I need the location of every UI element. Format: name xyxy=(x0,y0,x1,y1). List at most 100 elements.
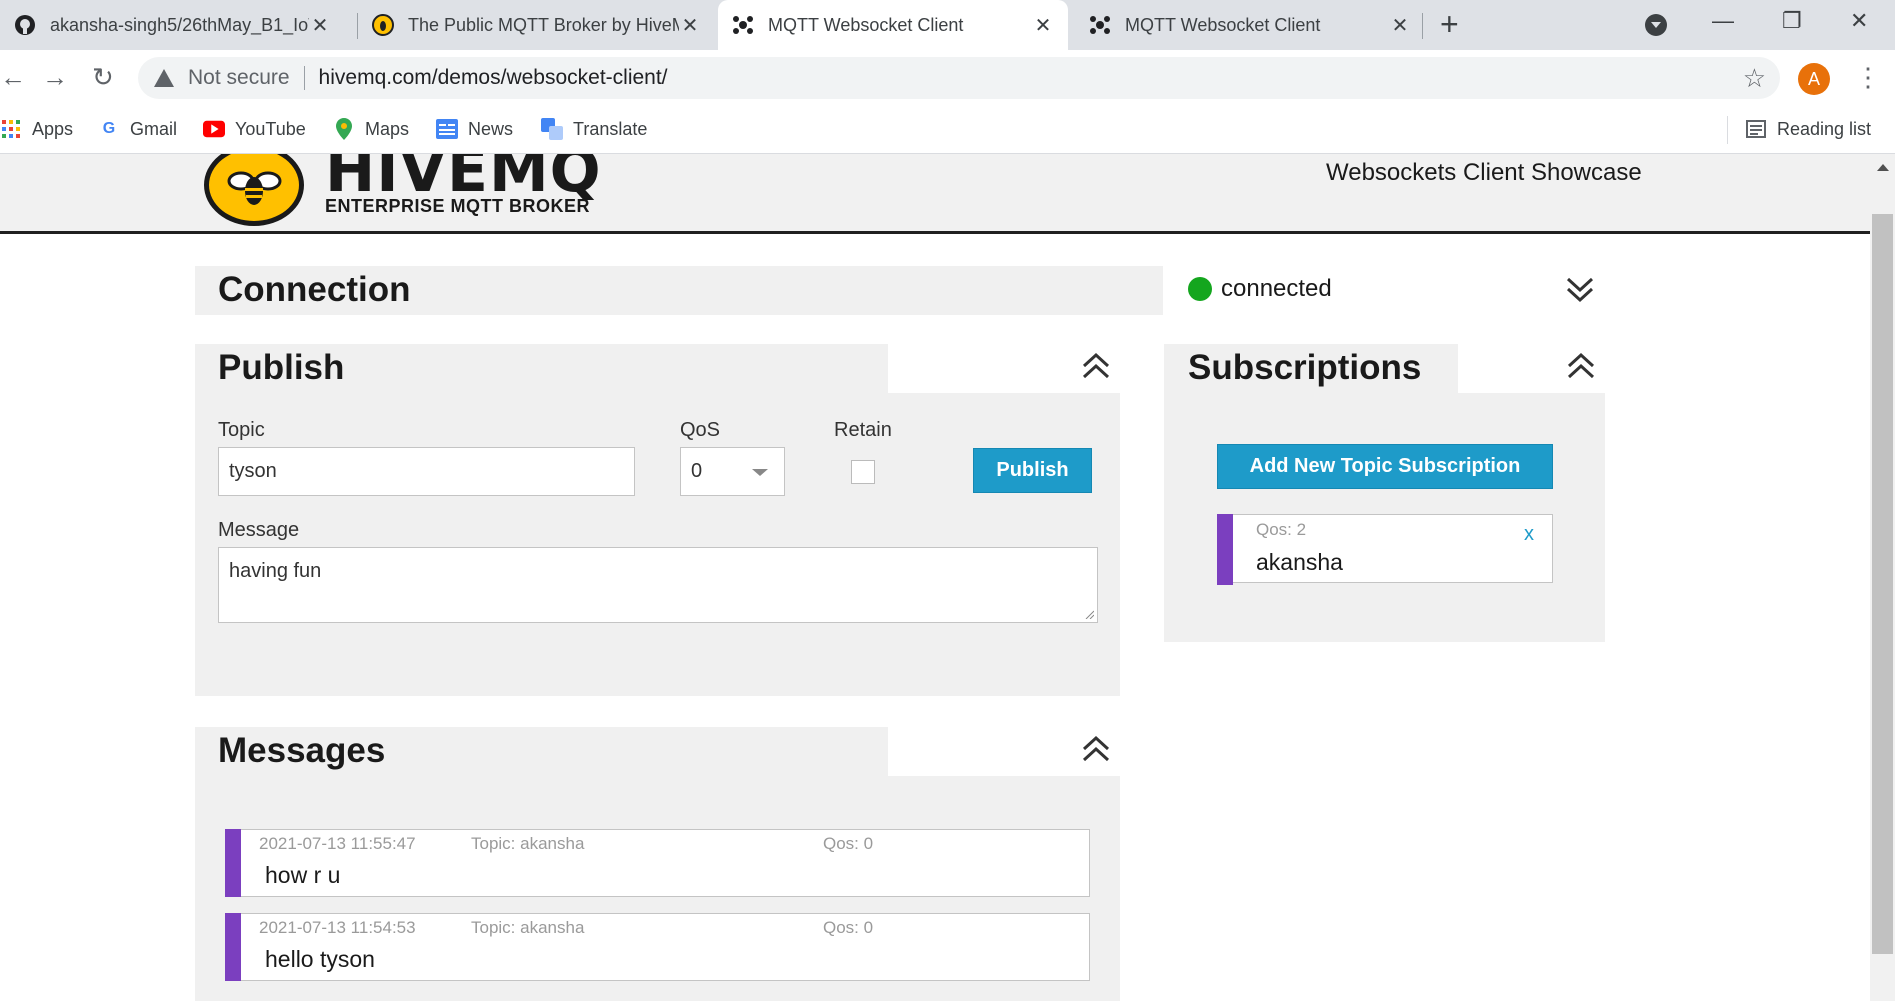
message-body: how r u xyxy=(265,862,341,888)
github-icon xyxy=(14,14,36,36)
bookmark-news[interactable]: News xyxy=(436,118,513,140)
new-tab-button[interactable]: + xyxy=(1440,8,1459,40)
restore-icon[interactable]: ❐ xyxy=(1782,8,1802,34)
tab-title: The Public MQTT Broker by HiveM xyxy=(408,14,679,35)
translate-icon xyxy=(541,118,563,140)
message-color-bar xyxy=(225,913,241,981)
add-subscription-button[interactable]: Add New Topic Subscription xyxy=(1217,444,1553,489)
bookmarks-divider xyxy=(1727,116,1728,144)
close-tab-icon[interactable]: ✕ xyxy=(1389,13,1411,38)
message-item: 2021-07-13 11:54:53 Topic: akansha Qos: … xyxy=(225,913,1090,981)
bookmark-maps[interactable]: Maps xyxy=(333,118,409,140)
browser-tab[interactable]: MQTT Websocket Client ✕ xyxy=(1075,0,1425,50)
bookmark-star-icon[interactable]: ☆ xyxy=(1743,63,1766,94)
mqtt-client-icon xyxy=(1089,14,1111,36)
browser-tab[interactable]: The Public MQTT Broker by HiveM ✕ xyxy=(358,0,715,50)
connection-title: Connection xyxy=(218,270,411,309)
subscription-item: Qos: 2 akansha x xyxy=(1217,514,1553,585)
reading-list-icon xyxy=(1745,118,1767,140)
page-content: HIVEMQ ENTERPRISE MQTT BROKER Websockets… xyxy=(0,154,1870,1001)
chevron-double-down-icon[interactable] xyxy=(1565,275,1595,305)
minimize-icon[interactable]: — xyxy=(1712,8,1734,34)
chevron-double-up-icon[interactable] xyxy=(1081,351,1111,381)
message-qos: Qos: 0 xyxy=(823,834,874,853)
publish-button[interactable]: Publish xyxy=(973,448,1092,493)
bookmark-label: Gmail xyxy=(130,118,178,139)
qos-select[interactable]: 0 xyxy=(680,447,785,496)
messages-title: Messages xyxy=(218,731,386,770)
apps-grid-icon xyxy=(0,118,22,140)
page-scrollbar[interactable] xyxy=(1870,154,1895,1001)
tab-title: MQTT Websocket Client xyxy=(768,14,964,35)
scrollbar-thumb[interactable] xyxy=(1872,214,1893,954)
subscription-qos: Qos: 2 xyxy=(1256,520,1307,539)
resize-handle-icon[interactable] xyxy=(1084,609,1094,619)
maps-pin-icon xyxy=(333,118,355,140)
bookmarks-bar: Apps G Gmail YouTube Maps News Translate… xyxy=(0,106,1895,154)
profile-avatar[interactable]: A xyxy=(1798,63,1830,95)
message-topic: Topic: akansha xyxy=(471,834,585,853)
retain-checkbox[interactable] xyxy=(851,460,875,484)
subscriptions-title: Subscriptions xyxy=(1188,348,1422,387)
subscription-topic: akansha xyxy=(1256,549,1343,575)
connection-status: connected xyxy=(1221,275,1332,302)
message-label: Message xyxy=(218,519,300,541)
message-body: hello tyson xyxy=(265,946,375,972)
message-topic: Topic: akansha xyxy=(471,918,585,937)
logo-subtitle: ENTERPRISE MQTT BROKER xyxy=(325,196,591,216)
message-timestamp: 2021-07-13 11:55:47 xyxy=(259,834,416,853)
tab-title: MQTT Websocket Client xyxy=(1125,14,1321,35)
warning-icon xyxy=(154,69,174,87)
hivemq-bee-logo xyxy=(204,154,304,226)
google-g-icon: G xyxy=(102,120,116,137)
close-tab-icon[interactable]: ✕ xyxy=(679,13,701,38)
message-text: having fun xyxy=(229,560,322,582)
address-bar[interactable]: Not secure hivemq.com/demos/websocket-cl… xyxy=(138,57,1780,99)
security-label[interactable]: Not secure xyxy=(188,66,290,90)
mqtt-client-icon xyxy=(732,14,754,36)
message-timestamp: 2021-07-13 11:54:53 xyxy=(259,918,416,937)
scroll-up-arrow-icon[interactable] xyxy=(1877,164,1889,171)
omnibox-divider xyxy=(303,66,305,90)
browser-toolbar: ← → ↻ Not secure hivemq.com/demos/websoc… xyxy=(0,50,1895,106)
subscription-color-bar xyxy=(1217,514,1233,585)
bookmark-gmail[interactable]: G Gmail xyxy=(98,118,177,140)
youtube-icon xyxy=(203,118,225,140)
bookmark-youtube[interactable]: YouTube xyxy=(203,118,306,140)
tab-search-icon[interactable] xyxy=(1645,14,1667,36)
chevron-double-up-icon[interactable] xyxy=(1566,351,1596,381)
close-tab-icon[interactable]: ✕ xyxy=(309,13,331,38)
hivemq-bee-icon xyxy=(372,14,394,36)
browser-tab[interactable]: akansha-singh5/26thMay_B1_IoT ✕ xyxy=(0,0,345,50)
close-window-icon[interactable]: ✕ xyxy=(1850,8,1868,34)
message-textarea[interactable]: having fun xyxy=(218,547,1098,623)
qos-value: 0 xyxy=(691,460,703,482)
message-item: 2021-07-13 11:55:47 Topic: akansha Qos: … xyxy=(225,829,1090,897)
reading-list-button[interactable]: Reading list xyxy=(1745,118,1871,140)
retain-label: Retain xyxy=(834,419,892,441)
url-text[interactable]: hivemq.com/demos/websocket-client/ xyxy=(319,66,668,90)
topic-label: Topic xyxy=(218,419,265,441)
bookmark-label: News xyxy=(468,118,514,139)
bookmark-apps[interactable]: Apps xyxy=(0,118,73,140)
tab-divider xyxy=(1422,13,1423,39)
browser-tab-active[interactable]: MQTT Websocket Client ✕ xyxy=(718,0,1068,50)
menu-kebab-icon[interactable]: ⋮ xyxy=(1855,62,1881,93)
reload-icon[interactable]: ↻ xyxy=(92,62,114,92)
bookmark-label: YouTube xyxy=(235,118,306,139)
publish-panel xyxy=(195,344,1120,696)
bookmark-label: Apps xyxy=(32,118,74,139)
chevron-double-up-icon[interactable] xyxy=(1081,734,1111,764)
showcase-title: Websockets Client Showcase xyxy=(1326,159,1642,186)
unsubscribe-button[interactable]: x xyxy=(1524,523,1534,546)
back-arrow-icon[interactable]: ← xyxy=(0,62,26,92)
close-tab-icon[interactable]: ✕ xyxy=(1032,13,1054,38)
forward-arrow-icon[interactable]: → xyxy=(42,62,68,92)
dropdown-caret-icon xyxy=(752,469,768,476)
news-icon xyxy=(436,118,458,140)
message-qos: Qos: 0 xyxy=(823,918,874,937)
topic-input[interactable]: tyson xyxy=(218,447,635,496)
site-header: HIVEMQ ENTERPRISE MQTT BROKER Websockets… xyxy=(0,154,1870,234)
bookmark-translate[interactable]: Translate xyxy=(541,118,647,140)
tab-title: akansha-singh5/26thMay_B1_IoT xyxy=(50,14,309,35)
